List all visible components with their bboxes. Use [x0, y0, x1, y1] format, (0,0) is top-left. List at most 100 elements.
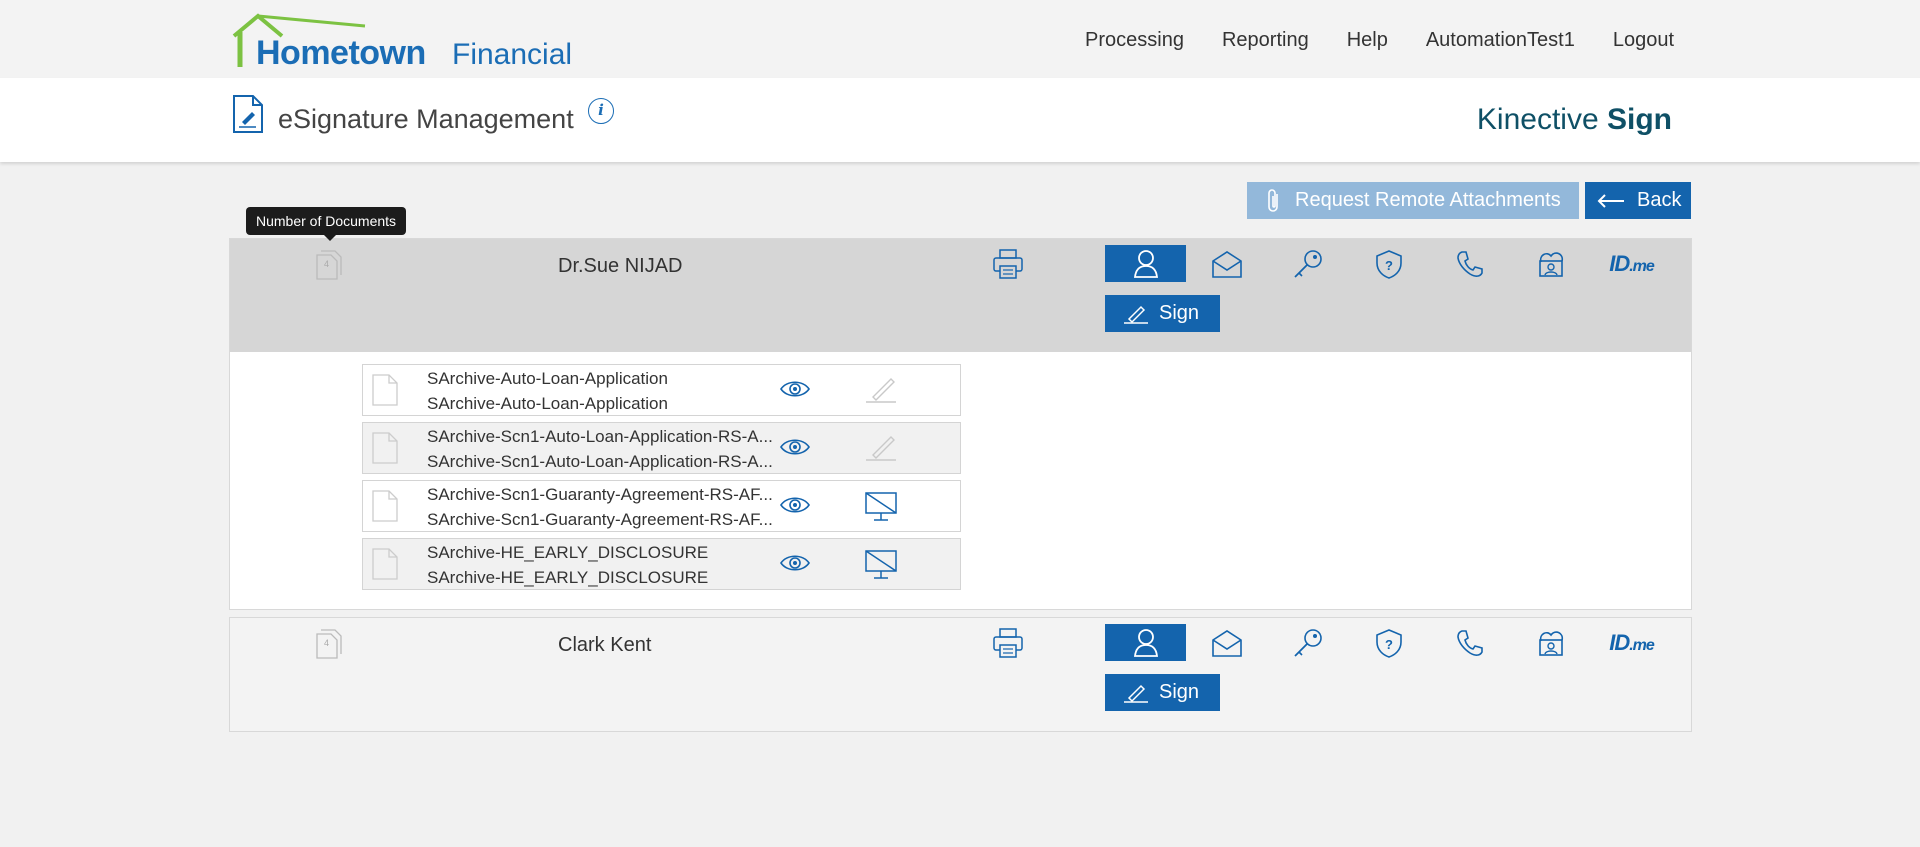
- document-count-icon: 4: [316, 629, 342, 659]
- document-name: SArchive-Auto-Loan-Application: [427, 369, 668, 388]
- shield-question-icon: ?: [1375, 628, 1402, 658]
- idme-suffix: .me: [1629, 636, 1655, 654]
- arrow-left-icon: [1597, 193, 1624, 208]
- brand-light: Kinective: [1476, 103, 1607, 136]
- document-name: SArchive-Scn1-Auto-Loan-Application-RS-A…: [427, 427, 773, 446]
- document-row: SArchive-Auto-Loan-Application SArchive-…: [362, 364, 961, 416]
- file-icon: [372, 432, 398, 464]
- kinective-sign-brand: Kinective Sign: [1477, 103, 1672, 137]
- eye-icon[interactable]: [779, 552, 811, 574]
- phone-auth-button[interactable]: [1429, 245, 1510, 282]
- idme-suffix: .me: [1629, 257, 1655, 275]
- idme-text: ID: [1609, 250, 1630, 276]
- doc-count-value: 4: [324, 259, 329, 269]
- printer-icon[interactable]: [991, 248, 1025, 280]
- request-remote-attachments-button[interactable]: Request Remote Attachments: [1247, 182, 1579, 219]
- hometown-financial-logo[interactable]: Hometown Financial: [230, 12, 573, 72]
- eye-icon[interactable]: [779, 494, 811, 516]
- email-icon: [1211, 629, 1242, 657]
- file-icon: [372, 374, 398, 406]
- svg-text:?: ?: [1385, 637, 1393, 652]
- file-icon: [372, 490, 398, 522]
- document-name: SArchive-Scn1-Guaranty-Agreement-RS-AF..…: [427, 485, 773, 504]
- person-icon: [1133, 628, 1158, 657]
- logo-main-text: Hometown: [256, 34, 426, 72]
- sign-button[interactable]: Sign: [1105, 674, 1220, 711]
- pen-disabled-icon: [866, 378, 896, 403]
- cloud-id-auth-button[interactable]: [1510, 624, 1591, 661]
- pen-icon: [1124, 305, 1148, 324]
- idme-auth-button[interactable]: ID.me: [1591, 624, 1672, 661]
- paperclip-icon: [1268, 188, 1278, 212]
- document-count-icon: 4: [316, 250, 342, 280]
- document-row: SArchive-Scn1-Auto-Loan-Application-RS-A…: [362, 422, 961, 474]
- main-nav: Processing Reporting Help AutomationTest…: [1085, 29, 1674, 52]
- nav-user[interactable]: AutomationTest1: [1426, 29, 1575, 52]
- authentication-methods: ? ID.me: [1105, 245, 1672, 282]
- nav-logout[interactable]: Logout: [1613, 29, 1674, 52]
- no-presentation-icon: [865, 550, 897, 579]
- phone-icon: [1456, 629, 1483, 656]
- eye-icon[interactable]: [779, 378, 811, 400]
- info-icon[interactable]: i: [588, 98, 614, 124]
- document-name-secondary: SArchive-Auto-Loan-Application: [427, 394, 668, 413]
- person-icon: [1133, 249, 1158, 278]
- document-name-secondary: SArchive-HE_EARLY_DISCLOSURE: [427, 568, 709, 587]
- document-name-secondary: SArchive-Scn1-Auto-Loan-Application-RS-A…: [427, 452, 773, 471]
- nav-reporting[interactable]: Reporting: [1222, 29, 1309, 52]
- top-header: Hometown Financial Processing Reporting …: [0, 0, 1920, 78]
- email-auth-button[interactable]: [1186, 245, 1267, 282]
- brand-bold: Sign: [1607, 103, 1672, 136]
- signer-name: Dr.Sue NIJAD: [558, 255, 683, 277]
- sign-label: Sign: [1159, 681, 1200, 703]
- in-person-auth-button[interactable]: [1105, 245, 1186, 282]
- pen-disabled-icon: [866, 436, 896, 461]
- document-count[interactable]: 4: [314, 249, 344, 286]
- idme-text: ID: [1609, 629, 1630, 655]
- key-icon: [1293, 628, 1322, 657]
- idme-logo: ID.me: [1609, 629, 1655, 656]
- pen-icon: [1124, 684, 1148, 703]
- sign-label: Sign: [1159, 302, 1200, 324]
- back-button[interactable]: Back: [1585, 182, 1691, 219]
- doc-count-value: 4: [324, 638, 329, 648]
- nav-processing[interactable]: Processing: [1085, 29, 1184, 52]
- document-row: SArchive-HE_EARLY_DISCLOSURE SArchive-HE…: [362, 538, 961, 590]
- signer-panel: 4 Clark Kent ? ID.me Sign: [229, 617, 1692, 732]
- esignature-document-icon: [233, 95, 263, 133]
- cloud-id-icon: [1538, 630, 1563, 656]
- printer-icon[interactable]: [991, 627, 1025, 659]
- nav-help[interactable]: Help: [1347, 29, 1388, 52]
- file-icon: [372, 548, 398, 580]
- signer-name: Clark Kent: [558, 634, 652, 656]
- kba-auth-button[interactable]: ?: [1348, 624, 1429, 661]
- passcode-auth-button[interactable]: [1267, 624, 1348, 661]
- attach-label: Request Remote Attachments: [1295, 189, 1561, 211]
- signer-header: 4 Dr.Sue NIJAD ? ID.me Sign: [230, 239, 1691, 352]
- cloud-id-icon: [1538, 251, 1563, 277]
- passcode-auth-button[interactable]: [1267, 245, 1348, 282]
- signer-panel: 4 Dr.Sue NIJAD ? ID.me Sign SArchive-Aut…: [229, 238, 1692, 610]
- in-person-auth-button[interactable]: [1105, 624, 1186, 661]
- document-list: SArchive-Auto-Loan-Application SArchive-…: [362, 364, 961, 596]
- eye-icon[interactable]: [779, 436, 811, 458]
- cloud-id-auth-button[interactable]: [1510, 245, 1591, 282]
- svg-text:?: ?: [1385, 258, 1393, 273]
- sign-button[interactable]: Sign: [1105, 295, 1220, 332]
- document-count[interactable]: 4: [314, 628, 344, 665]
- phone-auth-button[interactable]: [1429, 624, 1510, 661]
- key-icon: [1293, 249, 1322, 278]
- page-title: eSignature Management: [278, 104, 574, 134]
- email-auth-button[interactable]: [1186, 624, 1267, 661]
- idme-auth-button[interactable]: ID.me: [1591, 245, 1672, 282]
- back-label: Back: [1637, 189, 1682, 211]
- idme-logo: ID.me: [1609, 250, 1655, 277]
- email-icon: [1211, 250, 1242, 278]
- no-presentation-icon: [865, 492, 897, 521]
- kba-auth-button[interactable]: ?: [1348, 245, 1429, 282]
- logo-sub-text: Financial: [452, 38, 573, 71]
- document-name-secondary: SArchive-Scn1-Guaranty-Agreement-RS-AF..…: [427, 510, 773, 529]
- page-header: eSignature Management i Kinective Sign: [0, 78, 1920, 162]
- shield-question-icon: ?: [1375, 249, 1402, 279]
- document-count-tooltip: Number of Documents: [246, 207, 407, 241]
